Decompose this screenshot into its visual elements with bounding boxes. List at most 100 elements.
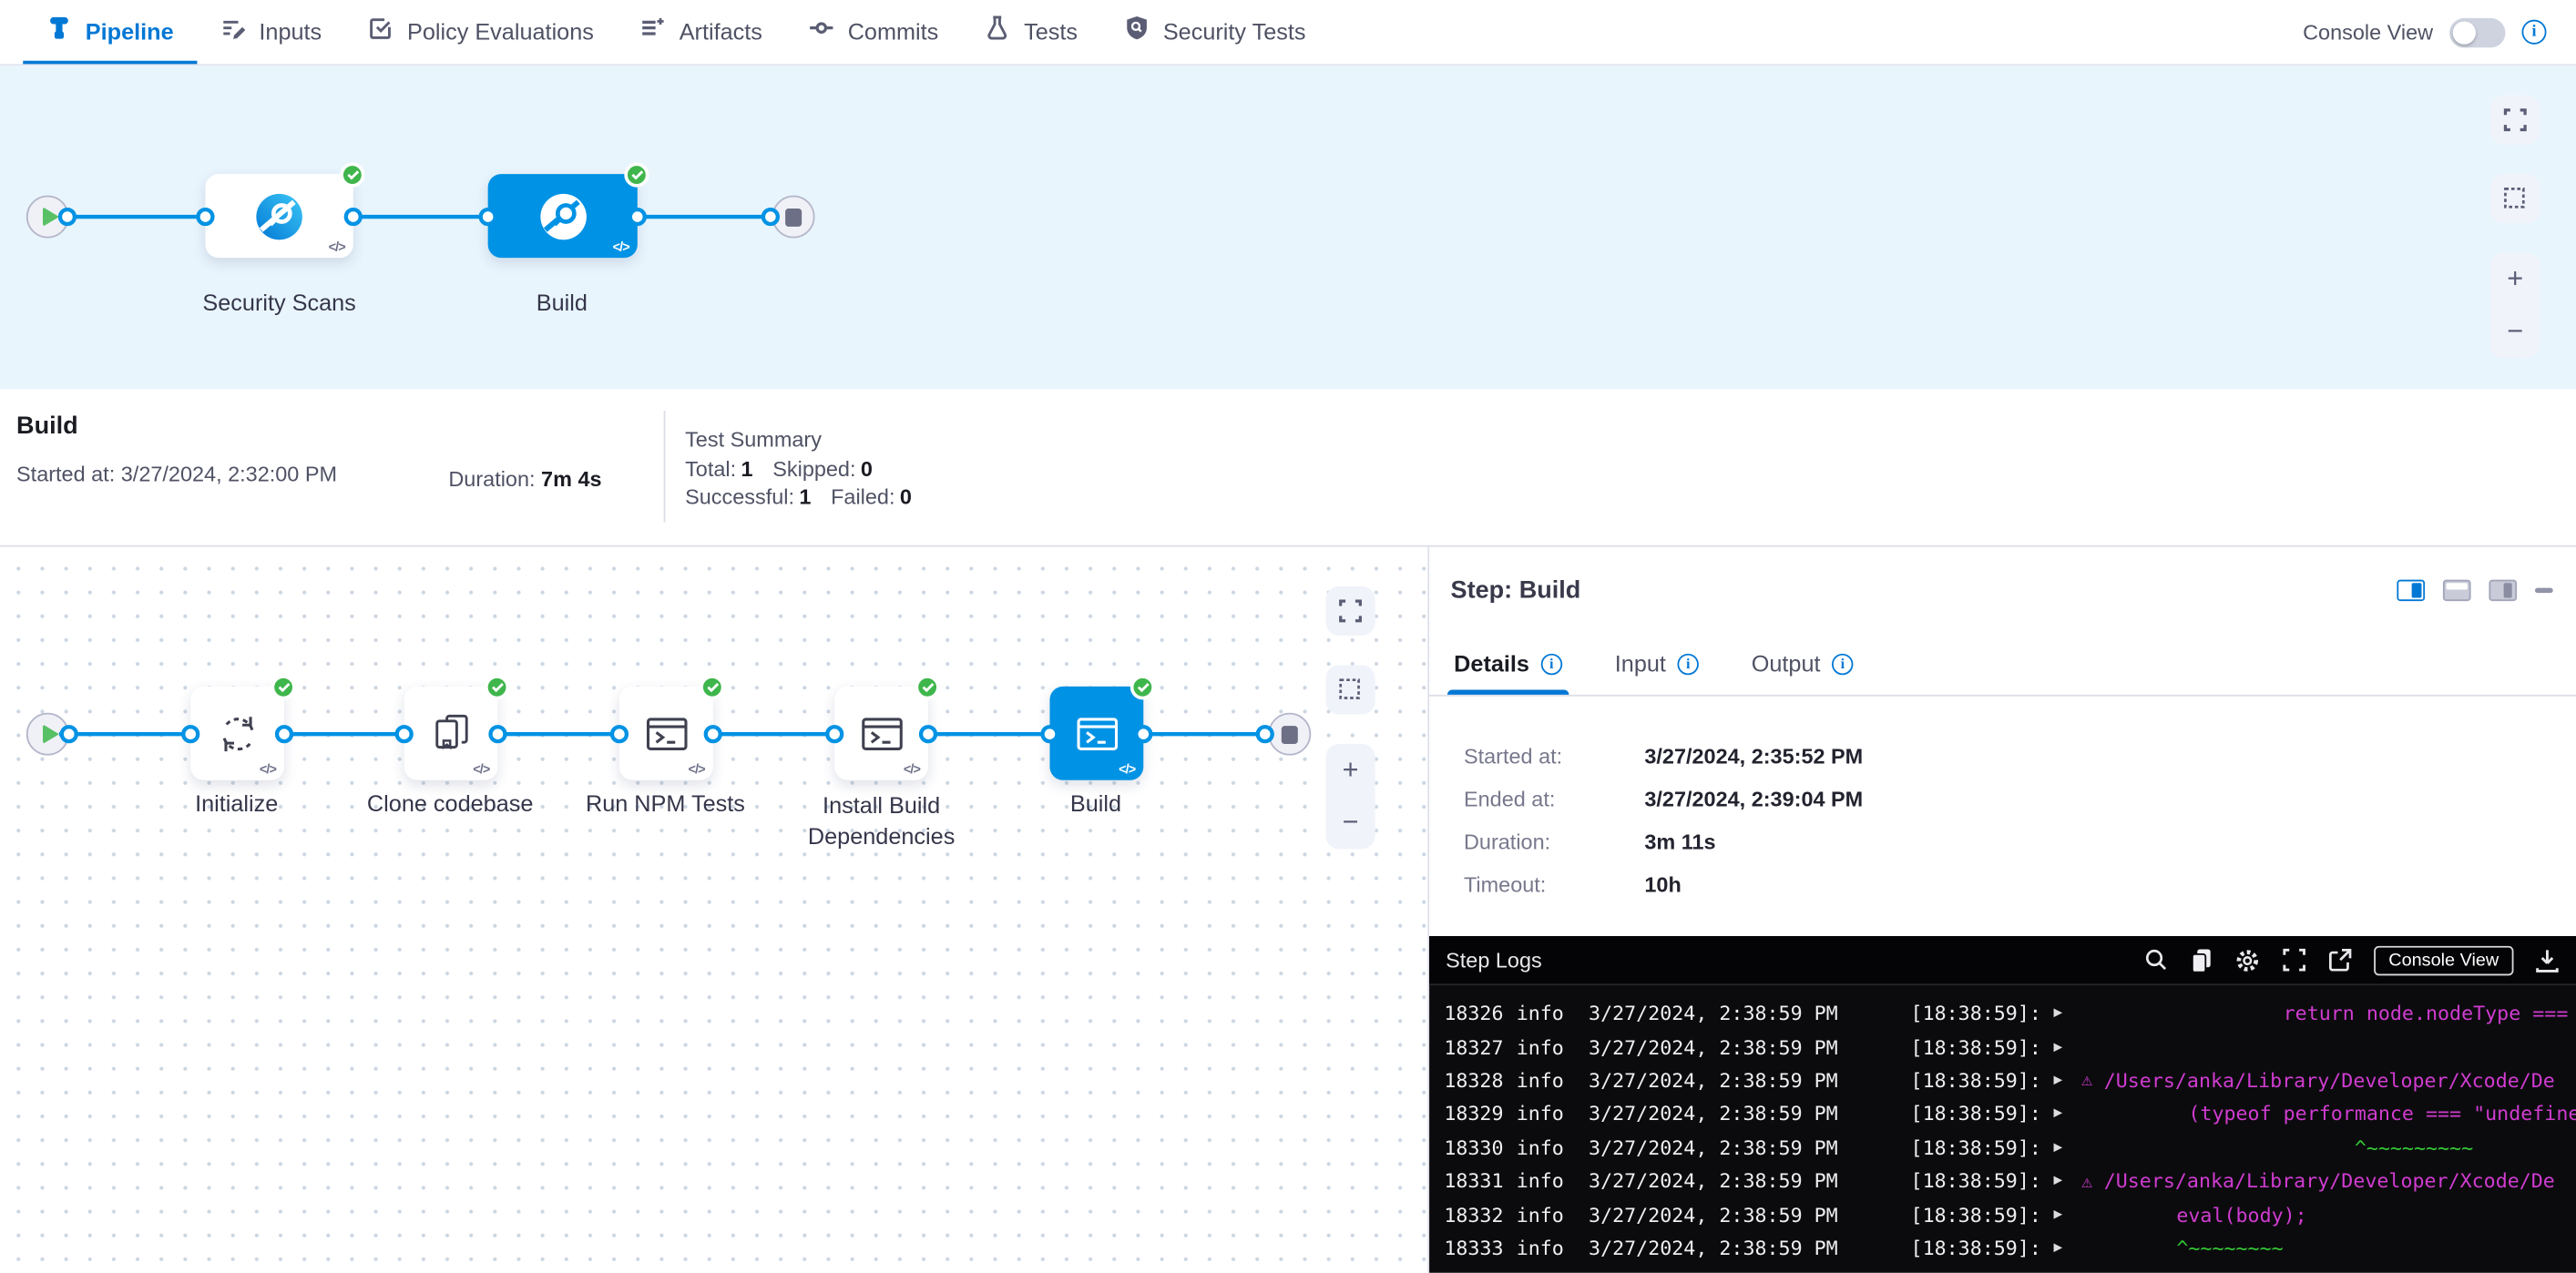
code-icon [473,762,489,777]
success-check-icon [340,163,364,188]
zoom-in-button[interactable] [1325,744,1375,797]
tab-artifacts[interactable]: Artifacts [617,0,785,64]
step-panel-title: Step: Build [1451,575,1581,604]
detail-row: Timeout: 10h [1464,872,2576,897]
pipeline-execution-page: Pipeline Inputs Policy Evaluations Artif… [0,0,2576,1273]
step-label: Build [997,790,1194,817]
expand-caret-icon[interactable] [2053,1105,2081,1122]
tab-label: Security Tests [1163,17,1306,44]
console-view-toggle[interactable] [2449,17,2505,46]
play-icon [42,724,58,744]
info-icon[interactable] [1832,653,1853,674]
flask-icon [985,15,1011,46]
step-node-build[interactable] [1049,687,1143,780]
layout-right-panel-icon[interactable] [2397,579,2425,600]
step-label: Run NPM Tests [567,790,763,817]
success-check-icon [624,163,649,188]
step-panel-tabs: Details Input Output [1429,632,2576,696]
expand-caret-icon[interactable] [2053,1005,2081,1022]
expand-caret-icon[interactable] [2053,1240,2081,1257]
tab-inputs[interactable]: Inputs [197,0,345,64]
zoom-controls [1325,744,1375,849]
artifacts-icon [639,15,666,46]
fullscreen-button[interactable] [2490,96,2540,145]
nav-right-controls: Console View [2303,0,2576,64]
log-row: 18326info3/27/2024, 2:38:59 PM[18:38:59]… [1444,997,2576,1031]
minimize-icon[interactable] [2535,587,2553,592]
tab-output[interactable]: Output [1748,632,1856,695]
step-end-node[interactable] [1268,713,1311,756]
step-node-initialize[interactable] [190,687,284,780]
duration: Duration: 7m 4s [448,389,663,545]
layout-overlay-panel-icon[interactable] [2489,579,2517,600]
marquee-select-button[interactable] [2490,174,2540,223]
code-icon [689,762,705,777]
info-icon[interactable] [1678,653,1699,674]
tab-pipeline[interactable]: Pipeline [23,0,197,64]
shield-scan-icon [1124,15,1150,46]
detail-row: Ended at: 3/27/2024, 2:39:04 PM [1464,787,2576,811]
open-external-icon[interactable] [2328,948,2353,973]
expand-caret-icon[interactable] [2053,1139,2081,1156]
tab-details[interactable]: Details [1451,632,1566,695]
tab-label: Commits [848,17,939,44]
marquee-select-button[interactable] [1325,665,1375,714]
zoom-out-button[interactable] [1325,797,1375,850]
step-graph-canvas[interactable]: Initialize Clone codebase Run NPM Tests … [0,547,1427,1273]
stage-label: Security Scans [156,289,403,315]
log-row: 18328info3/27/2024, 2:38:59 PM[18:38:59]… [1444,1064,2576,1097]
tab-policy-evaluations[interactable]: Policy Evaluations [344,0,617,64]
pipeline-icon [46,15,72,46]
copy-icon[interactable] [2190,947,2213,973]
info-icon[interactable] [1541,653,1562,674]
success-check-icon [485,675,509,699]
toggle-knob [2453,21,2476,44]
download-icon[interactable] [2535,947,2560,973]
success-check-icon [915,675,940,699]
stage-graph-canvas[interactable]: Security Scans Build [0,66,2576,389]
play-icon [42,207,58,227]
console-view-button[interactable]: Console View [2374,945,2513,974]
tab-label: Pipeline [86,17,174,44]
policy-check-icon [368,15,394,46]
layout-bottom-panel-icon[interactable] [2443,579,2471,600]
zoom-out-button[interactable] [2490,305,2540,358]
step-logs-body[interactable]: 18326info3/27/2024, 2:38:59 PM[18:38:59]… [1429,985,2576,1273]
step-details-panel: Step: Build Details Input [1427,547,2576,1273]
test-summary-title: Test Summary [685,425,932,454]
step-node-install-build-dependencies[interactable] [834,687,928,780]
expand-caret-icon[interactable] [2053,1039,2081,1055]
test-summary: Test Summary Total:1Skipped:0 Successful… [665,389,931,545]
step-label: Initialize [138,790,334,817]
log-row: 18333info3/27/2024, 2:38:59 PM[18:38:59]… [1444,1231,2576,1265]
pipeline-start-node[interactable] [26,196,69,239]
tab-input[interactable]: Input [1611,632,1702,695]
zoom-in-button[interactable] [2490,253,2540,306]
step-node-run-npm-tests[interactable] [619,687,713,780]
tab-tests[interactable]: Tests [962,0,1101,64]
expand-caret-icon[interactable] [2053,1173,2081,1189]
step-start-node[interactable] [26,713,69,756]
started-at: Started at: 3/27/2024, 2:32:00 PM [16,462,448,486]
console-view-label: Console View [2303,20,2433,45]
search-icon[interactable] [2144,948,2169,973]
code-icon [904,762,920,777]
stage-node-build[interactable] [488,174,638,258]
commit-icon [808,15,834,46]
build-summary: Build Started at: 3/27/2024, 2:32:00 PM … [0,389,2576,546]
tab-commits[interactable]: Commits [785,0,961,64]
expand-caret-icon[interactable] [2053,1207,2081,1223]
pipeline-end-node[interactable] [772,196,815,239]
code-icon [329,239,345,254]
settings-gear-icon[interactable] [2234,947,2261,973]
tab-security-tests[interactable]: Security Tests [1100,0,1328,64]
test-summary-row: Total:1Skipped:0 [685,454,932,484]
panel-header: Step: Build [1429,547,2576,633]
warning-icon [2081,1170,2092,1191]
expand-caret-icon[interactable] [2053,1073,2081,1089]
stage-node-security-scans[interactable] [205,174,353,258]
step-node-clone-codebase[interactable] [404,687,498,780]
fullscreen-icon[interactable] [2282,948,2306,973]
info-icon[interactable] [2521,20,2546,45]
fullscreen-button[interactable] [1325,586,1375,636]
